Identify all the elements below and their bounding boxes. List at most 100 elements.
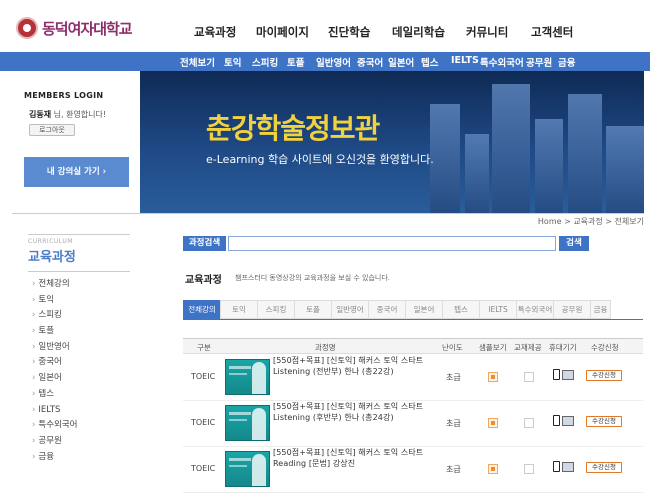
subnav-toeic[interactable]: 토익 [224,55,241,69]
sidebar-title: 교육과정 [28,246,130,272]
university-logo[interactable]: 동덕여자대학교 [16,17,133,39]
table-row: TOEIC [550점+목표] [신토익] 해커스 토익 스타트 Reading… [183,447,643,493]
subnav-teps[interactable]: 텝스 [421,55,438,69]
university-seal-icon [16,17,38,39]
sample-video-icon[interactable] [488,372,498,382]
course-thumbnail[interactable] [225,359,270,395]
phone-icon [553,461,560,472]
my-classroom-button[interactable]: 내 강의실 가기 › [24,157,129,187]
row-level: 초급 [446,419,461,428]
textbook-icon [524,372,534,382]
row-level: 초급 [446,373,461,382]
subnav-ielts[interactable]: IELTS [451,55,479,66]
subnav-chinese[interactable]: 중국어 [357,55,383,69]
subnav-all[interactable]: 전체보기 [180,55,215,69]
tab-finance[interactable]: 금융 [590,300,611,319]
search-button[interactable]: 검색 [559,236,589,251]
tab-toeic[interactable]: 토익 [220,300,257,319]
col-sample: 샘플보기 [479,343,507,352]
gnav-support[interactable]: 고객센터 [531,24,573,40]
sidebar-item-ielts[interactable]: IELTS [28,403,130,419]
building-graphic [606,126,644,214]
sidebar-item-teps[interactable]: 텝스 [28,387,130,403]
subnav-japanese[interactable]: 일본어 [388,55,414,69]
row-category: TOEIC [191,464,216,473]
textbook-icon [524,418,534,428]
row-category: TOEIC [191,418,216,427]
banner-subtitle: e-Learning 학습 사이트에 오신것을 환영합니다. [206,153,434,166]
category-tabs: 전체강의 토익 스피킹 토플 일반영어 중국어 일본어 텝스 IELTS 특수외… [183,300,611,319]
tab-civil-service[interactable]: 공무원 [553,300,590,319]
subnav-civil-service[interactable]: 공무원 [526,55,552,69]
building-graphic [465,134,489,214]
tab-all[interactable]: 전체강의 [183,300,220,319]
sidebar-item-toefl[interactable]: 토플 [28,324,130,340]
tablet-icon [562,416,574,426]
tab-special-language[interactable]: 특수외국어 [516,300,553,319]
row-level: 초급 [446,465,461,474]
table-row: TOEIC [550점+목표] [신토익] 해커스 토익 스타트 Listeni… [183,355,643,401]
sub-navigation: 전체보기 토익 스피킹 토플 일반영어 중국어 일본어 텝스 IELTS 특수외… [0,52,650,71]
col-textbook: 교재제공 [514,343,542,352]
col-apply: 수강신청 [591,343,619,352]
building-graphic [568,94,602,214]
tab-teps[interactable]: 텝스 [442,300,479,319]
tablet-icon [562,370,574,380]
tab-toefl[interactable]: 토플 [294,300,331,319]
course-thumbnail[interactable] [225,405,270,441]
tab-japanese[interactable]: 일본어 [405,300,442,319]
subnav-toefl[interactable]: 토플 [287,55,304,69]
sidebar-item-general-english[interactable]: 일반영어 [28,340,130,356]
tablet-icon [562,462,574,472]
subnav-special-language[interactable]: 특수외국어 [480,55,524,69]
tab-speaking[interactable]: 스피킹 [257,300,294,319]
section-title: 교육과정 [185,275,222,286]
sidebar-item-chinese[interactable]: 중국어 [28,355,130,371]
search-label: 과정검색 [183,236,226,251]
sample-video-icon[interactable] [488,418,498,428]
device-icons [553,415,574,426]
col-level: 난이도 [442,343,463,352]
building-graphic [430,104,460,214]
row-category: TOEIC [191,372,216,381]
subnav-general-english[interactable]: 일반영어 [316,55,351,69]
phone-icon [553,415,560,426]
course-title-link[interactable]: [550점+목표] [신토익] 해커스 토익 스타트 Listening (전반… [273,356,438,377]
course-title-link[interactable]: [550점+목표] [신토익] 해커스 토익 스타트 Reading [문법] … [273,448,438,469]
course-title-link[interactable]: [550점+목표] [신토익] 해커스 토익 스타트 Listening (후반… [273,402,438,423]
sidebar-item-toeic[interactable]: 토익 [28,293,130,309]
sidebar-item-finance[interactable]: 금융 [28,450,130,466]
user-greeting: 김동재 님, 환영합니다! [29,109,106,120]
gnav-curriculum[interactable]: 교육과정 [194,24,236,40]
sidebar-item-special-language[interactable]: 특수외국어 [28,418,130,434]
sidebar: CURRICULUM 교육과정 전체강의 토익 스피킹 토플 일반영어 중국어 … [28,234,130,465]
col-mobile: 휴대기기 [549,343,577,352]
sidebar-item-speaking[interactable]: 스피킹 [28,308,130,324]
sidebar-item-all[interactable]: 전체강의 [28,277,130,293]
sidebar-item-japanese[interactable]: 일본어 [28,371,130,387]
tab-general-english[interactable]: 일반영어 [331,300,368,319]
tab-ielts[interactable]: IELTS [479,300,516,319]
subnav-speaking[interactable]: 스피킹 [252,55,278,69]
logout-button[interactable]: 로그아웃 [29,124,75,136]
main-banner: 춘강학술정보관 e-Learning 학습 사이트에 오신것을 환영합니다. [140,71,644,214]
section-description: 챔프스터디 동영상강의 교육과정을 보실 수 있습니다. [235,274,391,282]
gnav-diagnosis[interactable]: 진단학습 [328,24,370,40]
greeting-text: 님, 환영합니다! [51,110,107,119]
user-name: 김동재 [29,110,52,119]
gnav-daily[interactable]: 데일리학습 [392,24,445,40]
course-table-header: 구분 과정명 난이도 샘플보기 교재제공 휴대기기 수강신청 [183,338,643,354]
table-row: TOEIC [550점+목표] [신토익] 해커스 토익 스타트 Listeni… [183,401,643,447]
gnav-mypage[interactable]: 마이페이지 [256,24,309,40]
sidebar-item-civil-service[interactable]: 공무원 [28,434,130,450]
gnav-community[interactable]: 커뮤니티 [466,24,508,40]
apply-button[interactable]: 수강신청 [586,416,622,427]
sample-video-icon[interactable] [488,464,498,474]
apply-button[interactable]: 수강신청 [586,370,622,381]
apply-button[interactable]: 수강신청 [586,462,622,473]
course-thumbnail[interactable] [225,451,270,487]
tab-chinese[interactable]: 중국어 [368,300,405,319]
phone-icon [553,369,560,380]
search-input[interactable] [228,236,556,251]
subnav-finance[interactable]: 금융 [558,55,575,69]
